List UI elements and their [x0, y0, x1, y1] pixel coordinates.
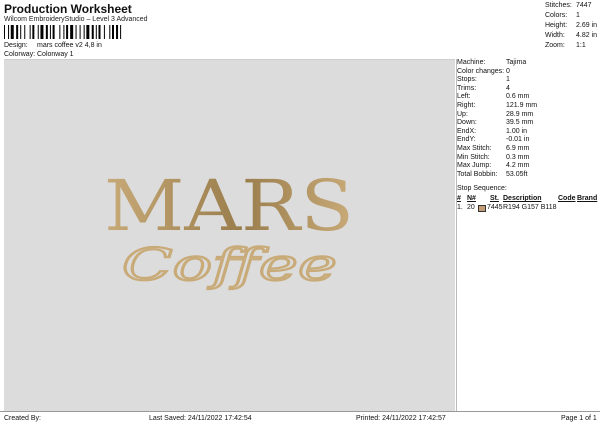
info-label: EndY:	[457, 136, 476, 144]
stat-label: Height:	[545, 22, 568, 29]
info-row: Stops: 1	[457, 76, 600, 85]
page-title: Production Worksheet	[4, 2, 132, 16]
stat-colors: Colors: 1	[545, 12, 600, 22]
info-value: 1	[506, 76, 510, 84]
design-text-coffee: Coffee	[122, 240, 337, 291]
stat-label: Zoom:	[545, 42, 565, 49]
info-row: Min Stitch: 0.3 mm	[457, 154, 600, 163]
col-stitches: St.	[490, 195, 499, 202]
info-label: Total Bobbin:	[457, 170, 498, 178]
col-brand: Brand	[577, 195, 598, 202]
info-label: Min Stitch:	[457, 153, 490, 161]
info-label: Right:	[457, 101, 476, 109]
info-value: 0.3 mm	[506, 153, 530, 161]
info-row: EndX: 1.00 in	[457, 128, 600, 137]
last-saved: Last Saved: 24/11/2022 17:42:54	[149, 415, 252, 422]
info-row: EndY: -0.01 in	[457, 136, 600, 145]
col-description: Description	[503, 195, 542, 202]
info-label: Machine:	[457, 59, 486, 66]
info-row: Max Stitch: 6.9 mm	[457, 145, 600, 154]
info-value: 28.9 mm	[506, 110, 534, 118]
stop-sequence-title: Stop Sequence:	[457, 185, 507, 192]
colorway-value: Colonway 1	[37, 51, 74, 58]
footer: Created By: Last Saved: 24/11/2022 17:42…	[0, 411, 600, 425]
design-value: mars coffee v2 4,8 in	[37, 42, 102, 49]
info-label: Left:	[457, 93, 471, 101]
stat-label: Stitches:	[545, 2, 572, 9]
info-value: 4	[506, 84, 510, 92]
stat-stitches: Stitches: 7447	[545, 2, 600, 12]
machine-info-panel: Machine: Tajima Color changes: 0 Stops: 1 Trim…	[457, 59, 600, 179]
info-label: Up:	[457, 110, 468, 118]
info-row: Left: 0.6 mm	[457, 93, 600, 102]
info-row: Up: 28.9 mm	[457, 111, 600, 120]
stat-width: Width: 4.82 in	[545, 32, 600, 42]
row-description: R194 G157 B118	[503, 204, 557, 211]
info-label: Stops:	[457, 76, 477, 84]
info-label: Down:	[457, 119, 477, 127]
design-row: Design: mars coffee v2 4,8 in	[0, 42, 440, 51]
printed-date: Printed: 24/11/2022 17:42:57	[356, 415, 446, 422]
stat-label: Colors:	[545, 12, 568, 19]
embroidery-design: MARS Coffee	[104, 165, 354, 292]
info-value: 1.00 in	[506, 127, 528, 135]
stat-zoom: Zoom: 1:1	[545, 42, 600, 52]
barcode	[4, 25, 122, 39]
info-row: Machine: Tajima	[457, 59, 600, 68]
row-num: 1.	[457, 204, 463, 211]
info-row: Right: 121.9 mm	[457, 102, 600, 111]
design-text-mars: MARS	[104, 165, 354, 247]
info-label: Max Jump:	[457, 162, 492, 170]
info-value: Tajima	[506, 59, 527, 66]
stat-height: Height: 2.69 in	[545, 22, 600, 32]
col-code: Code	[558, 195, 576, 202]
info-row: Down: 39.5 mm	[457, 119, 600, 128]
info-value: 0	[506, 67, 510, 75]
info-row: Max Jump: 4.2 mm	[457, 162, 600, 171]
info-label: Trims:	[457, 84, 477, 92]
info-row: Trims: 4	[457, 85, 600, 94]
design-label: Design:	[4, 42, 28, 49]
info-label: Color changes:	[457, 67, 505, 75]
info-label: Max Stitch:	[457, 144, 492, 152]
info-value: 4.2 mm	[506, 162, 530, 170]
software-subtitle: Wilcom EmbroideryStudio – Level 3 Advanc…	[4, 16, 148, 23]
stat-value: 1:1	[576, 42, 586, 49]
col-needle: N#	[467, 195, 476, 202]
row-needle: 20	[467, 204, 475, 211]
info-value: 0.6 mm	[506, 93, 530, 101]
colorway-label: Colorway:	[4, 51, 36, 58]
col-num: #	[457, 195, 461, 202]
info-value: 121.9 mm	[506, 101, 538, 109]
stat-label: Width:	[545, 32, 565, 39]
stat-value: 7447	[576, 2, 592, 9]
info-value: 53.05ft	[506, 170, 528, 178]
design-preview-canvas: MARS Coffee	[4, 59, 455, 412]
stat-value: 2.69 in	[576, 22, 598, 29]
info-row: Total Bobbin: 53.05ft	[457, 171, 600, 180]
info-value: 39.5 mm	[506, 119, 534, 127]
info-label: EndX:	[457, 127, 477, 135]
info-value: -0.01 in	[506, 136, 530, 144]
summary-stats: Stitches: 7447 Colors: 1 Height: 2.69 in Wi…	[545, 2, 600, 52]
stat-value: 4.82 in	[576, 32, 598, 39]
page-number: Page 1 of 1	[561, 415, 597, 422]
info-row: Color changes: 0	[457, 68, 600, 77]
created-by: Created By:	[4, 415, 41, 422]
info-value: 6.9 mm	[506, 144, 530, 152]
thread-color-swatch	[478, 205, 486, 212]
row-stitches: 7445	[487, 204, 503, 211]
stat-value: 1	[576, 12, 580, 19]
